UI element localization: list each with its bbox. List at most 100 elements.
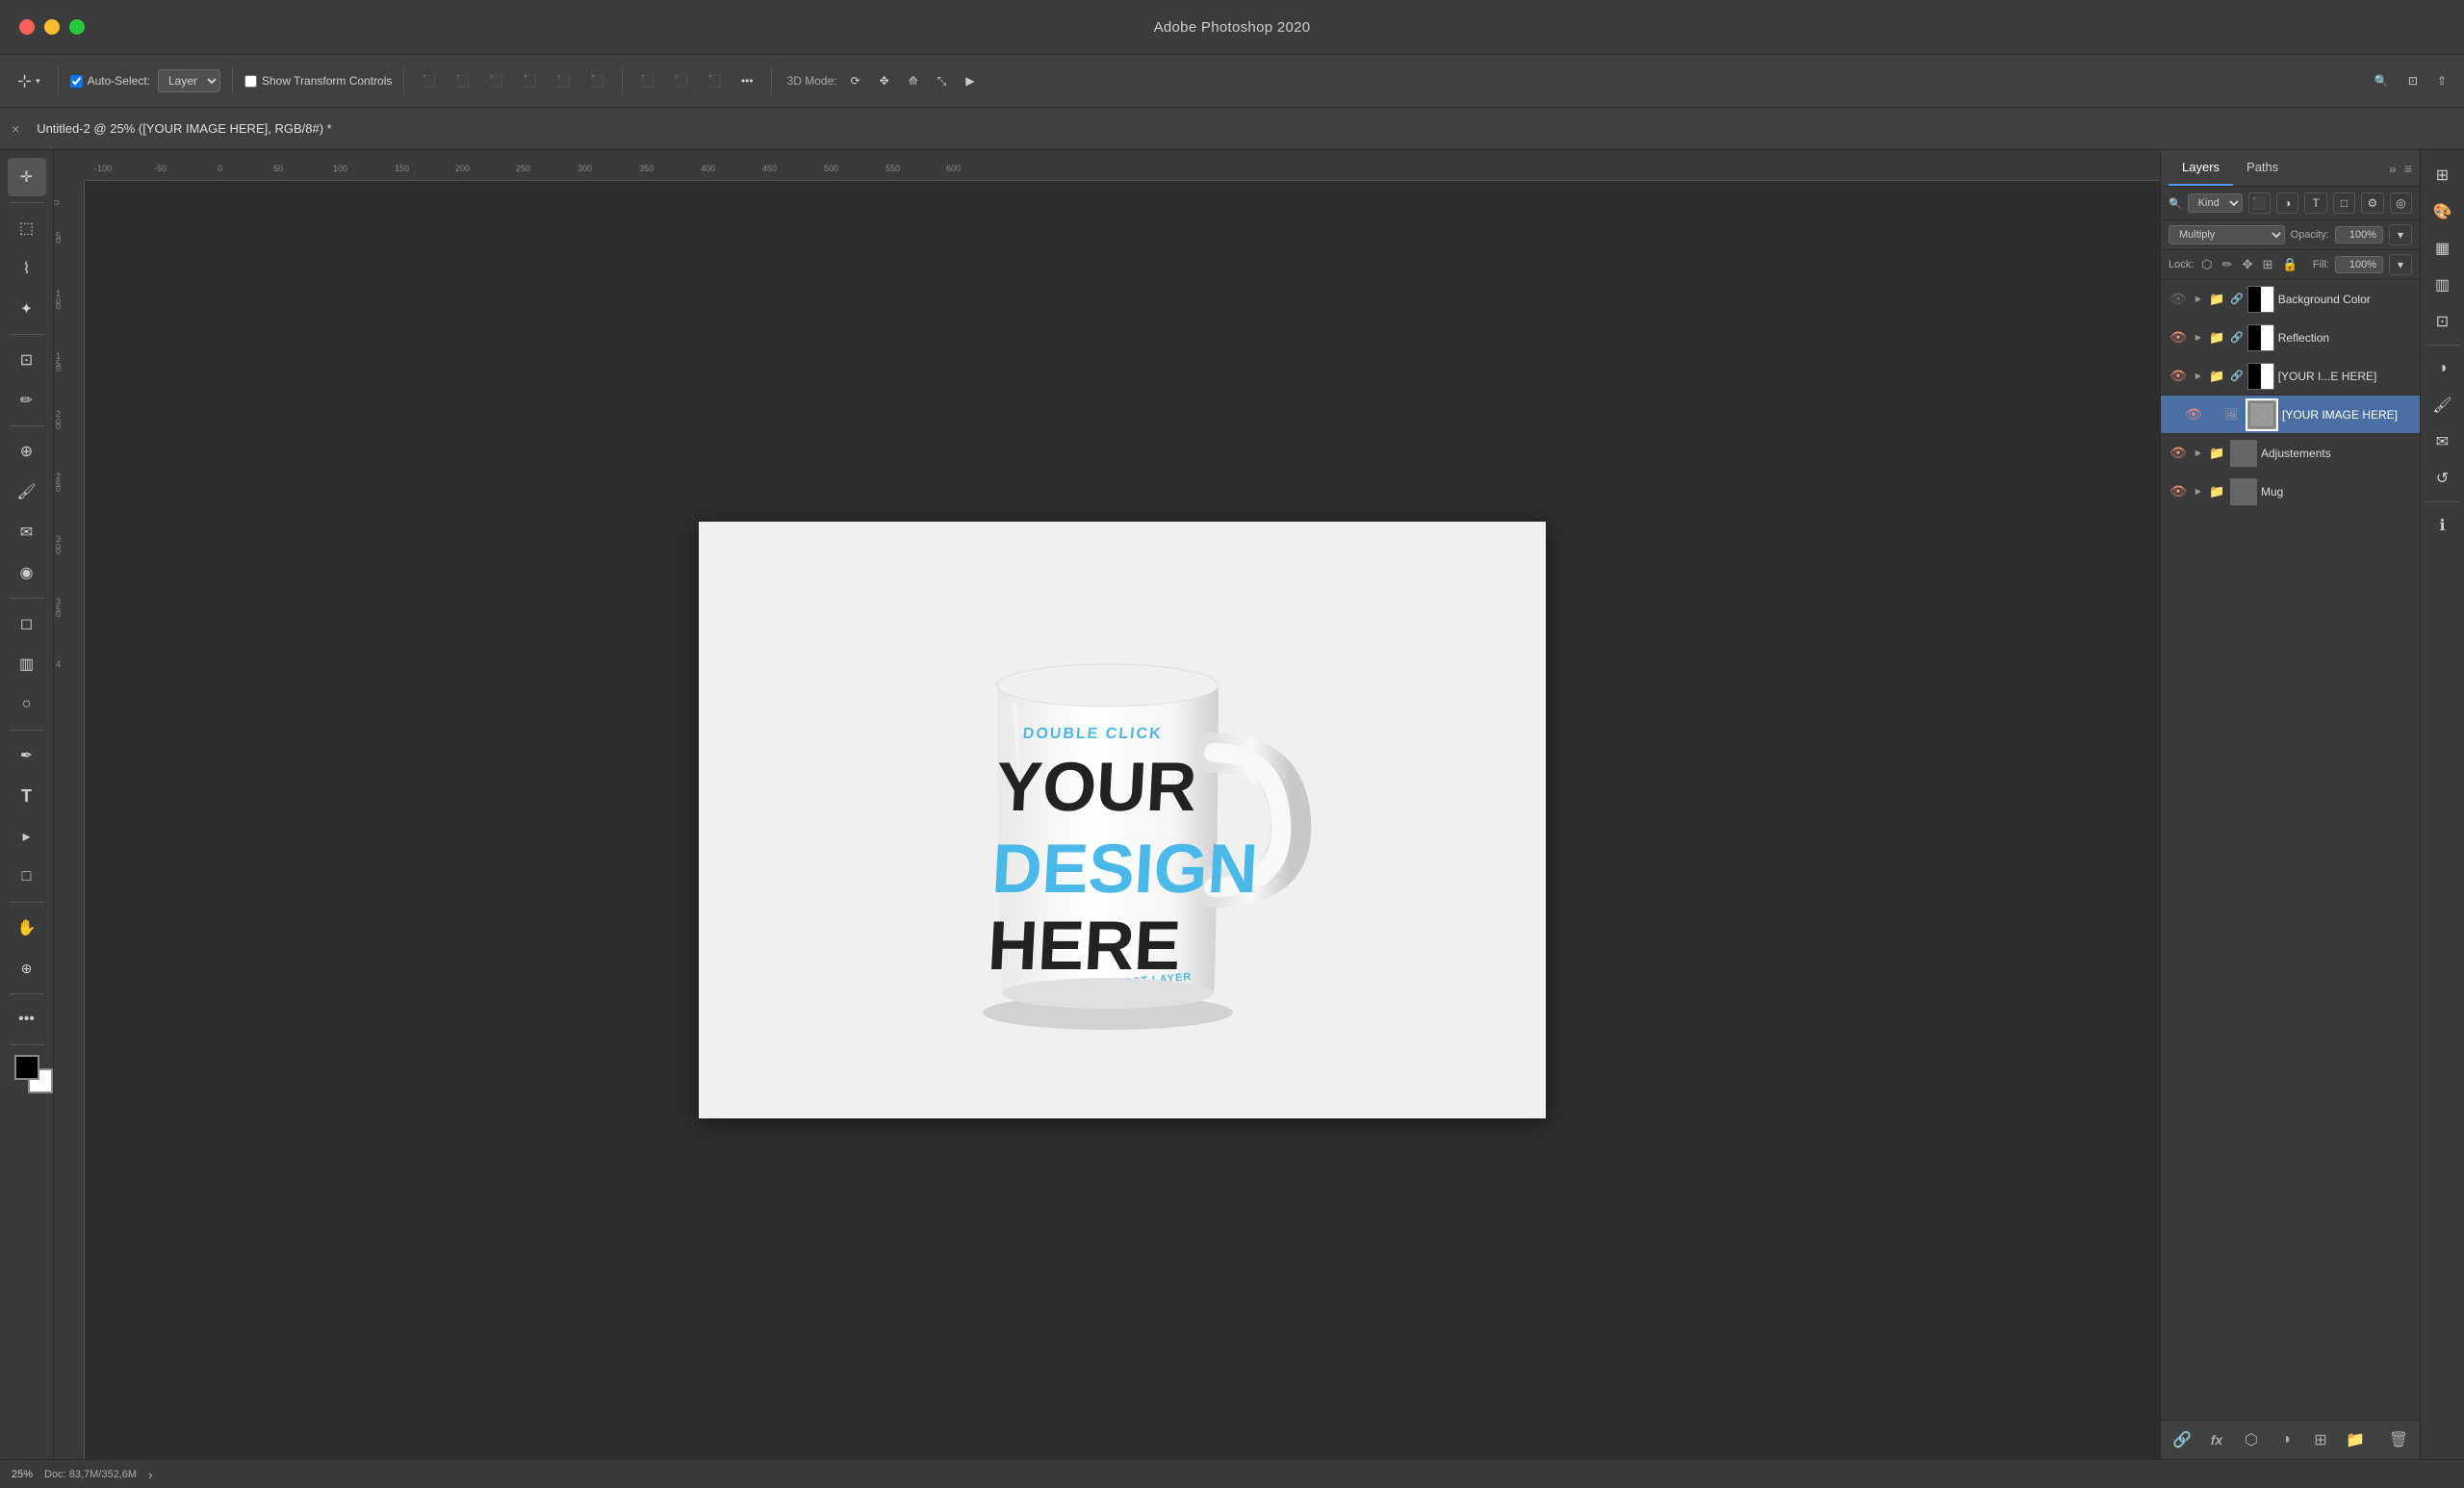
layer-visibility-toggle[interactable]: 👁 bbox=[2169, 328, 2188, 347]
layer-expand-toggle[interactable] bbox=[2192, 447, 2205, 460]
layer-visibility-toggle[interactable]: 👁 bbox=[2169, 290, 2188, 309]
layer-item[interactable]: 👁 📁 🔗 [YOUR I...E HERE] bbox=[2161, 357, 2420, 396]
move-tool[interactable]: ✛ bbox=[8, 158, 46, 196]
layer-visibility-toggle[interactable]: 👁 bbox=[2184, 405, 2203, 424]
text-tool[interactable]: T bbox=[8, 777, 46, 815]
status-arrow-button[interactable]: › bbox=[148, 1467, 153, 1482]
tab-layers[interactable]: Layers bbox=[2169, 150, 2233, 186]
filter-kind-select[interactable]: Kind bbox=[2188, 193, 2243, 213]
filter-toggle-button[interactable]: ◎ bbox=[2390, 192, 2412, 214]
filter-type-button[interactable]: T bbox=[2304, 192, 2326, 214]
filter-pixel-button[interactable]: ⬛ bbox=[2248, 192, 2271, 214]
layer-item[interactable]: 👁 📁 Adjustements bbox=[2161, 434, 2420, 473]
layer-mask-button[interactable]: ⬡ bbox=[2238, 1426, 2265, 1453]
dodge-tool[interactable]: ○ bbox=[8, 685, 46, 724]
path-select-tool[interactable]: ▸ bbox=[8, 817, 46, 856]
brush-settings-button[interactable]: 🖌 bbox=[2426, 388, 2460, 423]
align-bottom-button[interactable]: ⬛ bbox=[584, 70, 610, 91]
layer-fx-button[interactable]: fx bbox=[2203, 1426, 2230, 1453]
3d-rotate-button[interactable]: ⟳ bbox=[845, 70, 866, 91]
3d-pan-button[interactable]: ✥ bbox=[874, 70, 895, 91]
layer-expand-toggle[interactable] bbox=[2192, 331, 2205, 345]
layer-expand-toggle[interactable] bbox=[2192, 370, 2205, 383]
eraser-tool[interactable]: ◻ bbox=[8, 604, 46, 643]
maximize-button[interactable] bbox=[69, 19, 85, 35]
tab-paths[interactable]: Paths bbox=[2233, 150, 2292, 186]
crop-tool[interactable]: ⊡ bbox=[8, 341, 46, 379]
workspace-button[interactable]: ⊡ bbox=[2402, 70, 2424, 91]
move-tool-button[interactable]: ⊹ ▾ bbox=[12, 67, 46, 95]
clone-stamp-tool[interactable]: ✉ bbox=[8, 513, 46, 552]
more-options-button[interactable]: ••• bbox=[735, 70, 759, 91]
gradient-tool[interactable]: ▥ bbox=[8, 645, 46, 683]
lasso-tool[interactable]: ⌇ bbox=[8, 249, 46, 288]
fill-input[interactable] bbox=[2335, 256, 2383, 273]
lock-position-button[interactable]: ✥ bbox=[2241, 255, 2255, 274]
color-picker-button[interactable]: 🎨 bbox=[2426, 194, 2460, 229]
filter-shape-button[interactable]: □ bbox=[2333, 192, 2355, 214]
opacity-input[interactable] bbox=[2335, 226, 2383, 244]
minimize-button[interactable] bbox=[44, 19, 60, 35]
hand-tool[interactable]: ✋ bbox=[8, 909, 46, 947]
more-tools-button[interactable]: ••• bbox=[8, 1000, 46, 1039]
filter-adj-button[interactable]: ◑ bbox=[2276, 192, 2298, 214]
gradients-button[interactable]: ▥ bbox=[2426, 268, 2460, 302]
layer-visibility-toggle[interactable]: 👁 bbox=[2169, 367, 2188, 386]
transform-controls-checkbox[interactable] bbox=[244, 75, 257, 88]
foreground-color[interactable] bbox=[14, 1055, 39, 1080]
align-left-button[interactable]: ⬛ bbox=[416, 70, 442, 91]
eyedropper-tool[interactable]: ✏ bbox=[8, 381, 46, 420]
search-button[interactable]: 🔍 bbox=[2369, 70, 2395, 91]
layer-group-button[interactable]: 📁 bbox=[2342, 1426, 2369, 1453]
3d-video-button[interactable]: ▶ bbox=[960, 70, 980, 91]
brush-tool[interactable]: 🖌 bbox=[8, 473, 46, 511]
patterns-button[interactable]: ⊡ bbox=[2426, 304, 2460, 339]
zoom-tool[interactable]: ⊕ bbox=[8, 949, 46, 988]
layer-item[interactable]: 👁 📁 🔗 Reflection bbox=[2161, 319, 2420, 357]
layer-adj-button[interactable]: ⊞ bbox=[2307, 1426, 2334, 1453]
filter-smart-button[interactable]: ⚙ bbox=[2361, 192, 2383, 214]
layer-fill-button[interactable]: ◑ bbox=[2272, 1426, 2299, 1453]
share-button[interactable]: ⇧ bbox=[2431, 70, 2452, 91]
3d-slide-button[interactable]: ⟰ bbox=[903, 70, 924, 91]
dist-gap-button[interactable]: ⬛ bbox=[702, 70, 728, 91]
canvas-document[interactable]: DOUBLE CLICK YOUR DESIGN HERE SMART OBJE… bbox=[699, 522, 1546, 1118]
tab-close-button[interactable]: × bbox=[8, 117, 23, 141]
layer-item[interactable]: 👁 📁 Mug bbox=[2161, 473, 2420, 511]
auto-select-label[interactable]: Auto-Select: bbox=[70, 74, 150, 88]
transform-controls-label[interactable]: Show Transform Controls bbox=[244, 74, 392, 88]
align-top-button[interactable]: ⬛ bbox=[517, 70, 543, 91]
opacity-dropdown-button[interactable]: ▾ bbox=[2389, 224, 2412, 245]
lock-all-button[interactable]: 🔒 bbox=[2280, 255, 2299, 274]
layer-delete-button[interactable]: 🗑 bbox=[2385, 1426, 2412, 1453]
3d-scale-button[interactable]: ⤡ bbox=[932, 70, 953, 92]
auto-select-checkbox[interactable] bbox=[70, 75, 83, 88]
swatches-button[interactable]: ▦ bbox=[2426, 231, 2460, 266]
history-brush-tool[interactable]: ◉ bbox=[8, 553, 46, 592]
align-right-button[interactable]: ⬛ bbox=[483, 70, 509, 91]
layer-visibility-toggle[interactable]: 👁 bbox=[2169, 482, 2188, 501]
magic-wand-tool[interactable]: ✦ bbox=[8, 290, 46, 328]
tab-title[interactable]: Untitled-2 @ 25% ([YOUR IMAGE HERE], RGB… bbox=[29, 117, 340, 140]
lock-artboard-button[interactable]: ⊞ bbox=[2260, 255, 2274, 274]
shape-tool[interactable]: □ bbox=[8, 858, 46, 896]
layer-item[interactable]: 👁 📁 🔗 Background Color bbox=[2161, 280, 2420, 319]
properties-button[interactable]: ⊞ bbox=[2426, 158, 2460, 192]
layer-select[interactable]: Layer bbox=[158, 69, 220, 92]
layer-expand-toggle[interactable] bbox=[2192, 485, 2205, 499]
align-center-v-button[interactable]: ⬛ bbox=[551, 70, 577, 91]
dist-v-button[interactable]: ⬛ bbox=[668, 70, 694, 91]
adjustments-button[interactable]: ◑ bbox=[2426, 351, 2460, 386]
blend-mode-select[interactable]: Multiply bbox=[2169, 225, 2285, 244]
lock-transparent-button[interactable]: ⬡ bbox=[2199, 255, 2214, 274]
align-center-h-button[interactable]: ⬛ bbox=[449, 70, 475, 91]
close-button[interactable] bbox=[19, 19, 35, 35]
info-button[interactable]: ℹ bbox=[2426, 508, 2460, 543]
clone-source-button[interactable]: ✉ bbox=[2426, 424, 2460, 459]
dist-h-button[interactable]: ⬛ bbox=[634, 70, 660, 91]
layer-link-button[interactable]: 🔗 bbox=[2169, 1426, 2195, 1453]
pen-tool[interactable]: ✒ bbox=[8, 736, 46, 775]
layer-visibility-toggle[interactable]: 👁 bbox=[2169, 444, 2188, 463]
layers-expand-button[interactable]: » bbox=[2389, 161, 2397, 176]
rect-select-tool[interactable]: ⬚ bbox=[8, 209, 46, 247]
